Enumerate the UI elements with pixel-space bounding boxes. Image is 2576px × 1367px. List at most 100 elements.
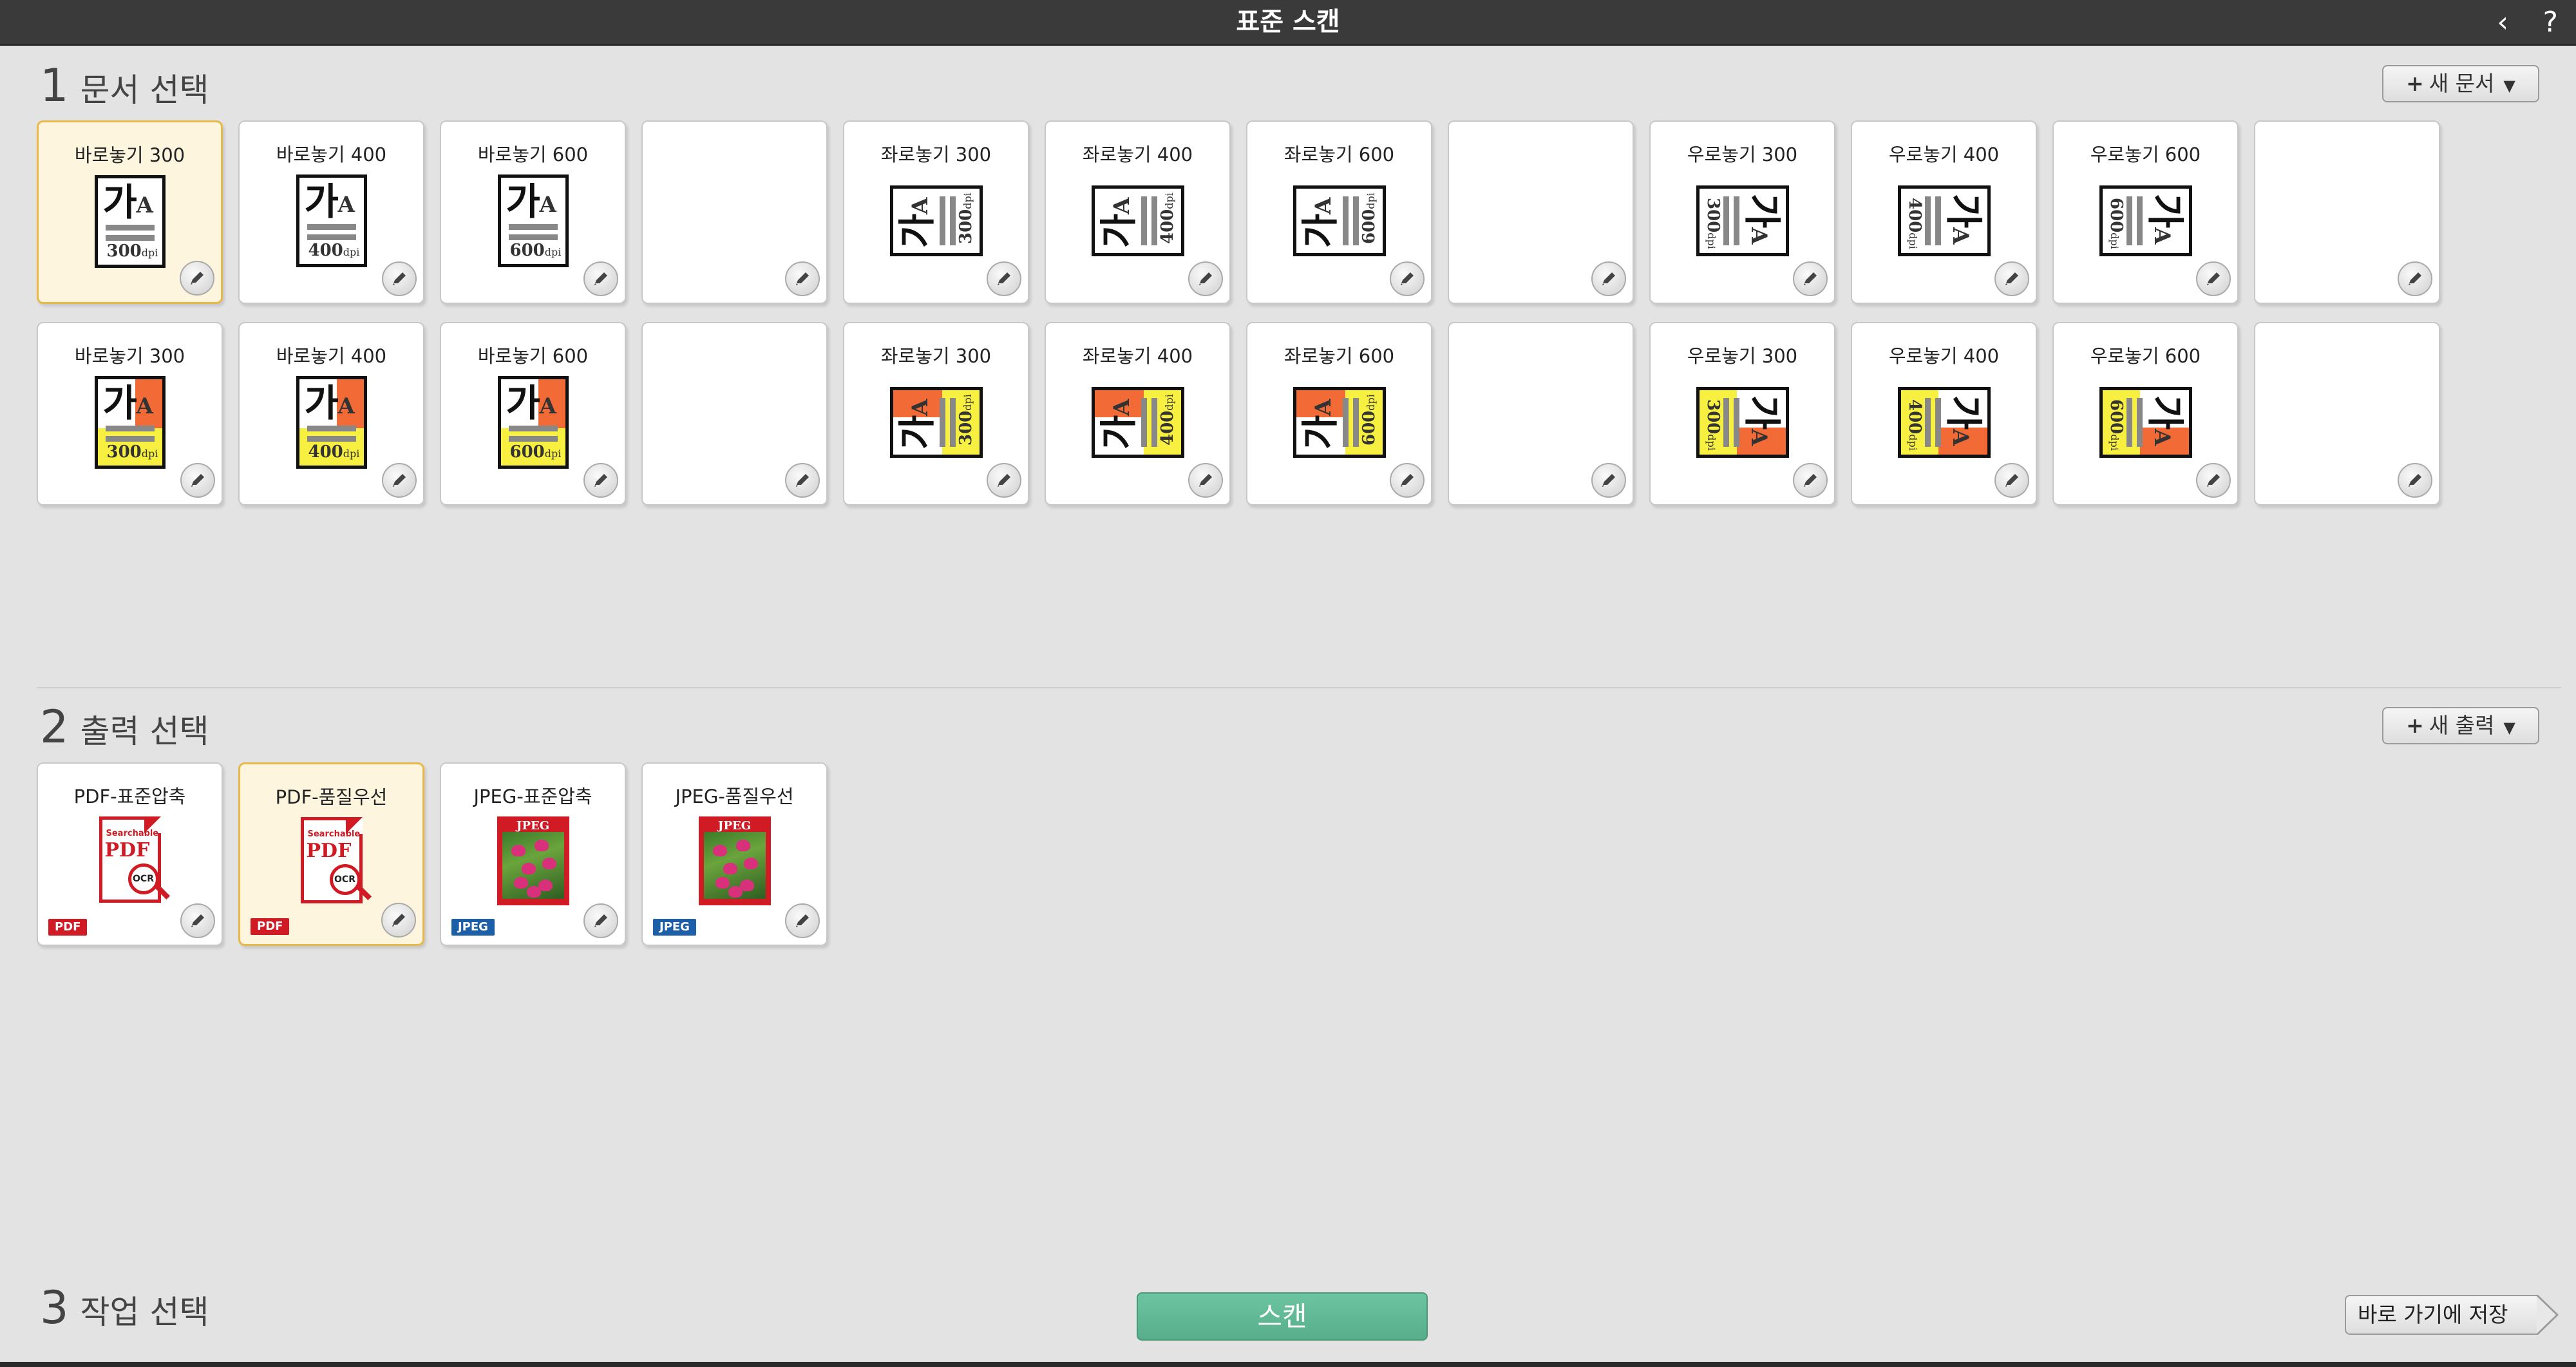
text-line <box>2126 196 2132 245</box>
document-profile-tile[interactable]: 우로놓기 600 가 A 600dpi <box>2052 120 2239 304</box>
document-profile-tile[interactable]: 바로놓기 600 가 A 600dpi <box>440 322 626 505</box>
document-profile-tile[interactable]: 좌로놓기 600 가 A 600dpi <box>1246 120 1432 304</box>
document-profile-tile[interactable]: 우로놓기 400 가 A 400dpi <box>1851 120 2037 304</box>
document-profile-tile[interactable]: 바로놓기 400 가 A 400dpi <box>238 322 424 505</box>
scan-button[interactable]: 스캔 <box>1137 1292 1428 1341</box>
text-line <box>1342 196 1349 245</box>
document-profile-empty-tile[interactable] <box>2254 120 2440 304</box>
document-profile-empty-tile[interactable] <box>1448 322 1634 505</box>
text-line <box>1723 398 1729 447</box>
text-line <box>2136 398 2143 447</box>
bottom-strip <box>0 1362 2576 1367</box>
dpi-text: 400dpi <box>1905 198 1924 249</box>
back-icon[interactable]: ‹ <box>2497 0 2508 44</box>
edit-profile-button[interactable] <box>1591 261 1626 296</box>
document-profile-tile[interactable]: 바로놓기 400 가 A 400dpi <box>238 120 424 304</box>
new-output-button[interactable]: + 새 출력 ▼ <box>2382 707 2539 744</box>
document-profile-tile[interactable]: 바로놓기 300 가 A 300dpi <box>37 322 223 505</box>
help-icon[interactable]: ? <box>2543 0 2558 44</box>
document-profile-empty-tile[interactable] <box>1448 120 1634 304</box>
edit-profile-button[interactable] <box>2196 261 2231 296</box>
text-line <box>1733 196 1739 245</box>
edit-output-button[interactable] <box>583 903 618 938</box>
dpi-unit: dpi <box>1906 232 1919 249</box>
save-shortcut-button[interactable]: 바로 가기에 저장 <box>2345 1295 2559 1335</box>
document-profile-tile[interactable]: 좌로놓기 300 가 A 300dpi <box>843 120 1029 304</box>
text-line <box>105 436 155 442</box>
edit-profile-button[interactable] <box>382 261 417 296</box>
edit-profile-button[interactable] <box>987 261 1021 296</box>
dpi-unit: dpi <box>2108 434 2121 451</box>
output-profile-tile[interactable]: JPEG-품질우선 JPEG JPEG <box>641 762 828 946</box>
edit-profile-button[interactable] <box>2196 463 2231 498</box>
edit-profile-button[interactable] <box>1390 261 1425 296</box>
output-profile-grid: PDF-표준압축 Searchable PDF OCR PDF PDF-품질우선 Searc… <box>37 762 828 946</box>
output-profile-tile[interactable]: PDF-표준압축 Searchable PDF OCR PDF <box>37 762 223 946</box>
section-number: 2 <box>40 701 69 753</box>
document-profile-tile[interactable]: 좌로놓기 400 가 A 400dpi <box>1045 120 1231 304</box>
dpi-text: 400dpi <box>1158 193 1177 244</box>
ocr-magnifier-icon: OCR <box>329 864 361 895</box>
document-orientation-icon: 가 A 400dpi <box>1897 185 1991 256</box>
edit-profile-button[interactable] <box>180 261 214 296</box>
profile-thumbnail: 가 A 400dpi <box>1046 376 1229 469</box>
document-profile-tile[interactable]: 바로놓기 300 가 A 300dpi <box>37 120 223 304</box>
doc-glyph-small: A <box>907 197 933 214</box>
edit-profile-button[interactable] <box>1188 463 1223 498</box>
dpi-text: 600dpi <box>2107 399 2126 451</box>
profile-label: 우로놓기 600 <box>2090 345 2201 367</box>
edit-profile-button[interactable] <box>1591 463 1626 498</box>
dpi-value: 300 <box>106 241 142 261</box>
document-profile-empty-tile[interactable] <box>641 322 828 505</box>
dpi-unit: dpi <box>1162 193 1175 209</box>
document-profile-tile[interactable]: 우로놓기 300 가 A 300dpi <box>1649 322 1835 505</box>
output-profile-tile[interactable]: PDF-품질우선 Searchable PDF OCR PDF <box>238 762 424 946</box>
jpeg-image-icon: JPEG <box>497 816 569 905</box>
doc-glyph-small: A <box>1947 429 1973 446</box>
dpi-unit: dpi <box>544 246 562 258</box>
dpi-value: 300 <box>956 209 976 244</box>
edit-output-button[interactable] <box>180 903 215 938</box>
edit-profile-button[interactable] <box>1793 463 1828 498</box>
edit-profile-button[interactable] <box>2398 261 2432 296</box>
document-profile-tile[interactable]: 우로놓기 300 가 A 300dpi <box>1649 120 1835 304</box>
dpi-text: 600dpi <box>510 442 562 462</box>
document-profile-tile[interactable]: 좌로놓기 600 가 A 600dpi <box>1246 322 1432 505</box>
edit-profile-button[interactable] <box>1390 463 1425 498</box>
document-profile-tile[interactable]: 바로놓기 600 가 A 600dpi <box>440 120 626 304</box>
edit-profile-button[interactable] <box>1994 463 2029 498</box>
profile-label: 바로놓기 600 <box>477 345 589 367</box>
dpi-text: 600dpi <box>1359 394 1379 446</box>
edit-profile-button[interactable] <box>1793 261 1828 296</box>
format-badge: PDF <box>48 919 88 936</box>
edit-profile-button[interactable] <box>2398 463 2432 498</box>
document-orientation-icon: 가 A 300dpi <box>1696 185 1789 256</box>
dpi-text: 400dpi <box>1158 394 1177 446</box>
doc-glyph-small: A <box>1745 227 1772 245</box>
document-profile-tile[interactable]: 우로놓기 600 가 A 600dpi <box>2052 322 2239 505</box>
edit-profile-button[interactable] <box>583 463 618 498</box>
doc-glyph: 가 <box>1096 415 1141 449</box>
edit-profile-button[interactable] <box>1188 261 1223 296</box>
edit-profile-button[interactable] <box>785 463 820 498</box>
profile-thumbnail: 가 A 400dpi <box>1852 174 2036 267</box>
output-profile-tile[interactable]: JPEG-표준압축 JPEG JPEG <box>440 762 626 946</box>
edit-profile-button[interactable] <box>1994 261 2029 296</box>
edit-profile-button[interactable] <box>785 261 820 296</box>
document-profile-tile[interactable]: 우로놓기 400 가 A 400dpi <box>1851 322 2037 505</box>
document-profile-tile[interactable]: 좌로놓기 300 가 A 300dpi <box>843 322 1029 505</box>
new-document-button[interactable]: + 새 문서 ▼ <box>2382 65 2539 102</box>
profile-thumbnail: 가 A 600dpi <box>2054 174 2237 267</box>
edit-profile-button[interactable] <box>987 463 1021 498</box>
text-line <box>1151 196 1157 245</box>
document-profile-empty-tile[interactable] <box>2254 322 2440 505</box>
edit-output-button[interactable] <box>785 903 820 938</box>
document-orientation-icon: 가 A 400dpi <box>296 376 367 469</box>
edit-profile-button[interactable] <box>583 261 618 296</box>
doc-glyph: 가 <box>1941 395 1985 430</box>
document-profile-tile[interactable]: 좌로놓기 400 가 A 400dpi <box>1045 322 1231 505</box>
document-profile-empty-tile[interactable] <box>641 120 828 304</box>
edit-profile-button[interactable] <box>382 463 417 498</box>
edit-profile-button[interactable] <box>180 463 215 498</box>
edit-output-button[interactable] <box>381 903 416 938</box>
